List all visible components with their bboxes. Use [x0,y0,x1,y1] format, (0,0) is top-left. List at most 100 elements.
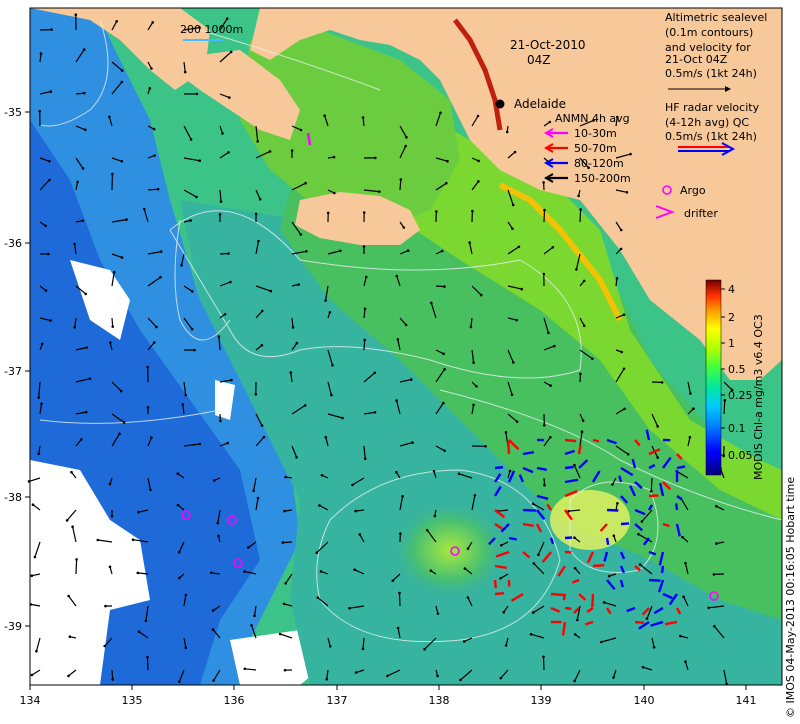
map-figure: Adelaide 21-Oct-2010 04Z 200 1000m Altim… [0,0,800,720]
velocity-arrow-head [600,641,603,644]
eddy-center [390,500,510,600]
velocity-arrow-head [505,431,508,434]
velocity-arrow-head [47,253,50,256]
velocity-arrow-head [650,490,653,493]
velocity-arrow-head [616,502,619,505]
velocity-arrow-head [283,603,286,606]
velocity-arrow-head [692,407,695,410]
velocity-arrow-head [574,567,577,570]
velocity-arrow-head [339,250,342,253]
velocity-arrow-head [549,436,552,439]
velocity-arrow-head [227,252,230,255]
velocity-arrow-head [121,69,124,72]
velocity-arrow-head [212,628,215,631]
velocity-arrow-head [229,281,232,284]
colorbar-tick-label: 1 [728,337,735,350]
velocity-arrow-head [329,311,332,314]
velocity-arrow-head [153,341,156,344]
velocity-arrow-head [191,328,194,331]
velocity-arrow-head [623,313,626,316]
velocity-arrow-head [247,546,250,549]
velocity-arrow-head [514,151,517,154]
velocity-arrow-head [364,308,367,311]
velocity-arrow-head [320,570,323,573]
velocity-arrow-head [146,366,149,369]
velocity-arrow-head [500,544,503,547]
velocity-arrow-head [300,233,303,236]
x-tick-label: 141 [736,694,757,707]
velocity-arrow-head [443,450,446,453]
velocity-arrow-head [178,577,181,580]
velocity-arrow-head [324,299,327,302]
velocity-arrow-head [472,361,475,364]
altimetry-legend-line-2: (0.1m contours) [665,26,753,39]
velocity-arrow-head [689,436,692,439]
velocity-arrow-head [656,456,659,459]
velocity-arrow-head [182,403,185,406]
velocity-arrow-head [145,620,148,623]
velocity-arrow-head [199,443,202,446]
velocity-arrow-head [190,138,193,141]
velocity-arrow-head [121,256,124,259]
velocity-arrow-head [297,283,300,286]
velocity-arrow-head [477,180,480,183]
velocity-arrow-head [317,596,320,599]
velocity-arrow-head [374,157,377,160]
velocity-arrow-head [442,402,445,405]
velocity-arrow-head [66,519,69,522]
velocity-arrow-head [253,615,256,618]
velocity-arrow-head [576,619,579,622]
velocity-arrow-head [327,212,330,215]
velocity-arrow-head [97,539,100,542]
velocity-arrow-head [184,394,187,397]
velocity-arrow-head [261,424,264,427]
velocity-arrow-head [75,558,78,561]
velocity-arrow [400,593,401,606]
velocity-arrow-head [484,445,487,448]
velocity-arrow-head [226,17,229,20]
velocity-arrow-head [470,326,473,329]
velocity-arrow-head [639,563,642,566]
velocity-arrow-head [641,520,644,523]
velocity-arrow-head [220,200,223,203]
velocity-arrow-head [363,339,366,342]
velocity-arrow-head [689,392,692,395]
hf-radar-arrow [565,538,572,539]
velocity-arrow-head [329,645,332,648]
velocity-arrow-head [300,129,303,132]
velocity-arrow-head [434,515,437,518]
velocity-arrow-head [436,675,439,678]
x-tick-label: 134 [20,694,41,707]
velocity-arrow-head [230,51,233,54]
hf-legend-line-1: HF radar velocity [665,101,760,114]
velocity-arrow-head [430,569,433,572]
velocity-arrow-head [575,268,578,271]
velocity-arrow-head [464,567,467,570]
velocity-arrow-head [341,417,344,420]
velocity-arrow-head [715,542,718,545]
velocity-arrow-head [467,547,470,550]
velocity-arrow [76,559,77,574]
hf-radar-arrow [495,467,503,468]
velocity-arrow-head [403,226,406,229]
velocity-arrow-head [212,609,215,612]
velocity-arrow-head [261,310,264,313]
velocity-arrow-head [123,421,126,424]
velocity-arrow-head [48,179,51,182]
velocity-arrow-head [543,424,546,427]
velocity-arrow-head [150,436,153,439]
velocity-arrow-head [125,218,128,221]
hf-legend-line-3: 0.5m/s (1kt 24h) [665,130,757,143]
anmn-legend-label: 50-70m [574,142,617,155]
velocity-arrow-head [73,243,76,246]
colorbar-tick-label: 0.25 [728,389,753,402]
velocity-arrow-head [374,372,377,375]
hf-legend-line-2: (4-12h avg) QC [665,116,749,129]
velocity-arrow-head [579,208,582,211]
velocity-arrow [112,670,113,680]
velocity-arrow-head [224,313,227,316]
altimetry-legend-line-4: 21-Oct 04Z [665,53,728,66]
velocity-arrow-head [295,456,298,459]
velocity-arrow-head [681,536,684,539]
hf-radar-arrow [523,510,536,511]
